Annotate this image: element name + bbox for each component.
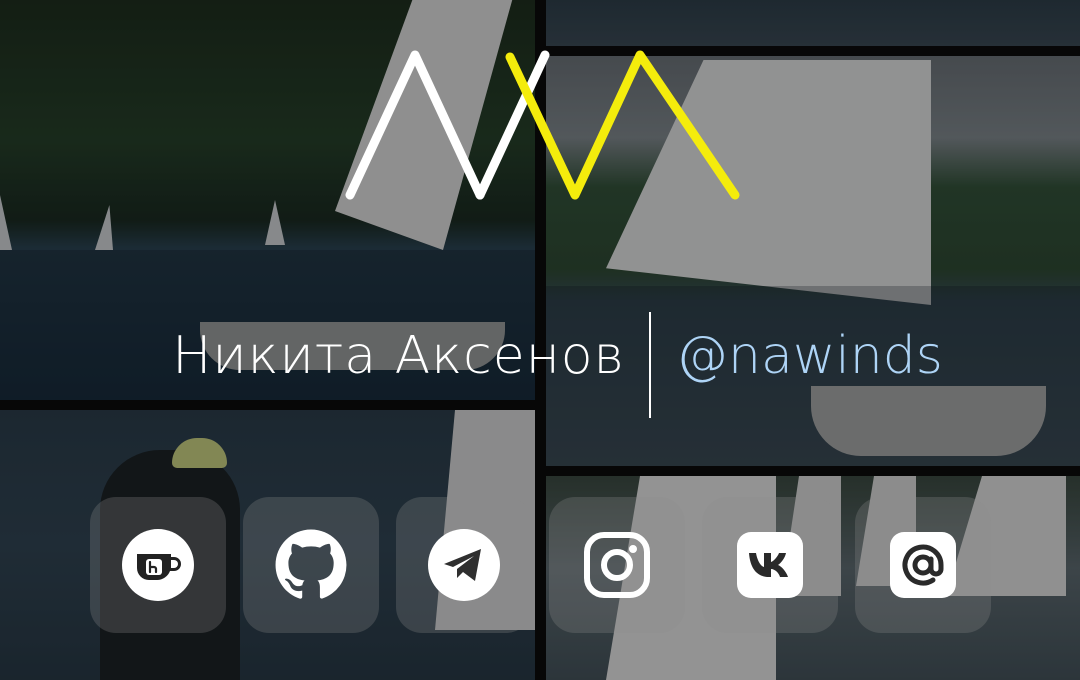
habr-link-button[interactable] <box>90 497 226 633</box>
profile-header: Никита Аксенов @nawinds <box>0 312 1080 422</box>
vk-icon <box>737 532 803 598</box>
telegram-link-button[interactable] <box>396 497 532 633</box>
profile-handle[interactable]: @nawinds <box>676 326 943 386</box>
github-icon <box>275 529 347 599</box>
github-link-button[interactable] <box>243 497 379 633</box>
telegram-icon <box>428 529 500 601</box>
instagram-link-button[interactable] <box>549 497 685 633</box>
at-sign-icon <box>890 532 956 598</box>
email-link-button[interactable] <box>855 497 991 633</box>
page: Никита Аксенов @nawinds <box>0 0 1080 680</box>
profile-name: Никита Аксенов <box>172 326 625 386</box>
instagram-icon <box>584 532 650 598</box>
vk-link-button[interactable] <box>702 497 838 633</box>
social-links <box>90 497 991 633</box>
zigzag-logo-icon <box>345 50 740 200</box>
habr-icon <box>122 529 194 601</box>
name-handle-divider <box>649 312 651 418</box>
